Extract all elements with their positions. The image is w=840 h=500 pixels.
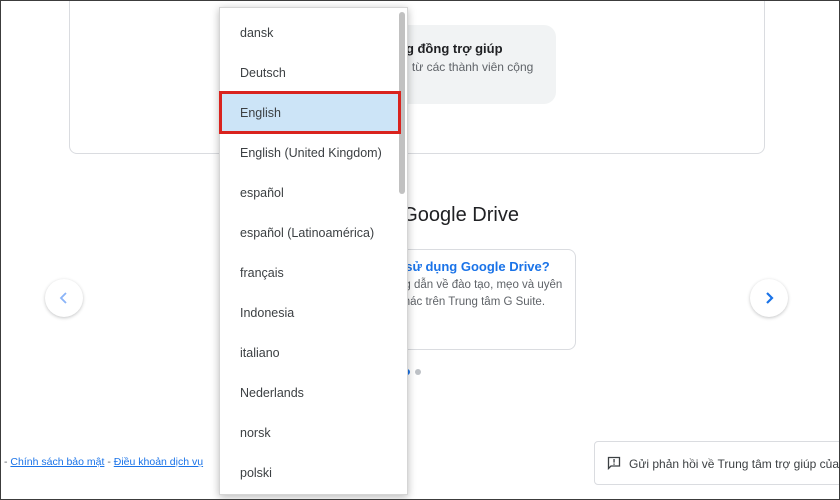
language-option[interactable]: Nederlands — [220, 373, 398, 413]
top-card-partial-text: ỳ — [415, 0, 421, 1]
language-option[interactable]: italiano — [220, 333, 398, 373]
language-option[interactable]: polski — [220, 453, 398, 493]
footer-dash: - — [107, 456, 111, 468]
language-option[interactable]: Indonesia — [220, 293, 398, 333]
carousel-card[interactable]: i sử dụng Google Drive? ng dẫn về đào tạ… — [384, 249, 576, 350]
carousel-card-description: ng dẫn về đào tạo, mẹo và uyên khác trên… — [398, 279, 563, 308]
dropdown-scrollbar[interactable] — [397, 8, 407, 494]
carousel-next-button[interactable] — [750, 279, 788, 317]
feedback-icon — [607, 456, 621, 470]
language-option[interactable]: norsk — [220, 413, 398, 453]
language-dropdown[interactable]: dansk Deutsch English English (United Ki… — [219, 7, 408, 495]
privacy-policy-link[interactable]: Chính sách bảo mật — [10, 456, 104, 468]
footer-separator: - — [4, 456, 8, 468]
language-option[interactable]: español (Latinoamérica) — [220, 213, 398, 253]
community-card-description: ời từ các thành viên cộng — [398, 60, 534, 74]
chevron-right-icon — [766, 292, 774, 304]
language-option[interactable]: Deutsch — [220, 53, 398, 93]
footer-links: - Chính sách bảo mật - Điều khoản dịch v… — [4, 456, 203, 468]
community-card-title: ng đồng trợ giúp — [398, 41, 503, 56]
language-option[interactable]: dansk — [220, 13, 398, 53]
chevron-left-icon — [59, 292, 67, 304]
language-option[interactable]: español — [220, 173, 398, 213]
feedback-button[interactable]: Gửi phản hồi về Trung tâm trợ giúp của — [594, 441, 840, 485]
carousel-prev-button[interactable] — [45, 279, 83, 317]
carousel-dot-2[interactable] — [415, 369, 421, 375]
carousel-card-title[interactable]: i sử dụng Google Drive? — [398, 259, 550, 274]
feedback-button-label: Gửi phản hồi về Trung tâm trợ giúp của — [629, 457, 840, 471]
language-option[interactable]: English (United Kingdom) — [220, 133, 398, 173]
terms-of-service-link[interactable]: Điều khoản dịch vụ — [114, 456, 203, 468]
language-option[interactable]: français — [220, 253, 398, 293]
selection-highlight-box — [219, 91, 401, 134]
